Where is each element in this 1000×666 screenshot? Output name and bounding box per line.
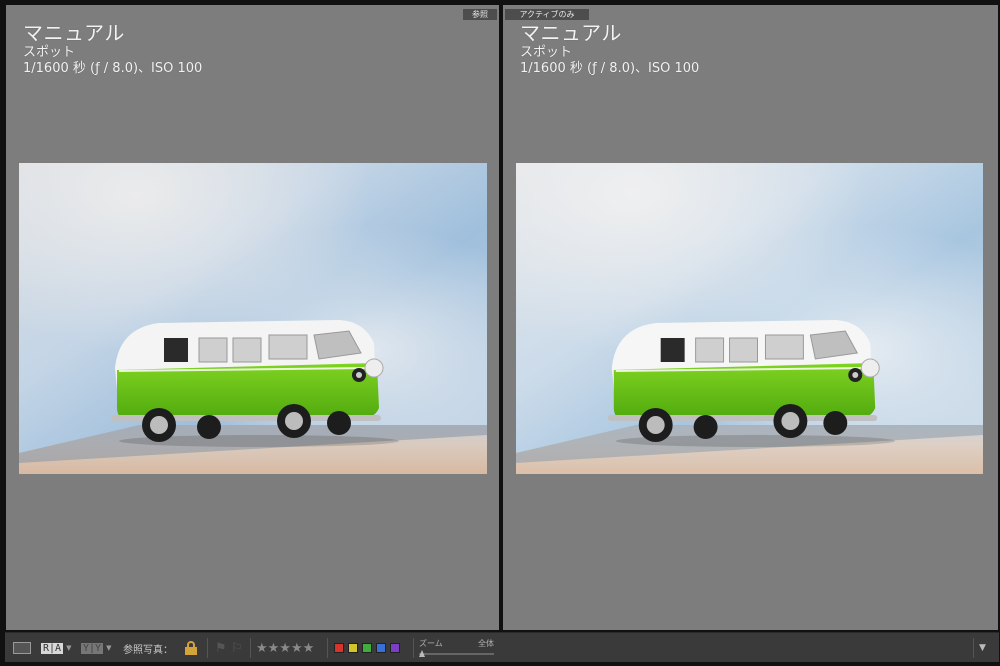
lock-button[interactable] <box>185 633 197 663</box>
reference-photo-label: 参照写真： <box>123 633 173 663</box>
active-photo[interactable] <box>516 163 983 474</box>
exposure-info: 1/1600 秒 (ƒ / 8.0)、ISO 100 <box>23 61 203 76</box>
lock-icon <box>185 641 197 655</box>
star-icon: ★★★★★ <box>256 640 315 656</box>
chevron-down-icon: ▼ <box>66 644 72 652</box>
info-overlay: マニュアル スポット 1/1600 秒 (ƒ / 8.0)、ISO 100 <box>23 21 202 77</box>
exposure-info: 1/1600 秒 (ƒ / 8.0)、ISO 100 <box>520 61 700 76</box>
compare-view: 参照 マニュアル スポット 1/1600 秒 (ƒ / 8.0)、ISO 100 <box>0 0 1000 666</box>
toolbar-menu-button[interactable]: ▼ <box>979 633 986 663</box>
zoom-slider[interactable] <box>419 650 494 658</box>
color-label-green[interactable] <box>362 643 372 653</box>
ref-active-view-button[interactable]: R|A ▼ <box>41 633 71 663</box>
bottom-toolbar: R|A ▼ Y|Y ▼ 参照写真： ⚑ ⚐ ★★★★★ ズーム 全体 ▼ <box>5 632 999 662</box>
star-rating[interactable]: ★★★★★ <box>256 633 314 663</box>
ra-icon: R|A <box>41 642 64 654</box>
exposure-mode: マニュアル <box>520 21 622 45</box>
color-label-yellow[interactable] <box>348 643 358 653</box>
van-photo-image <box>19 163 487 474</box>
reject-flag-icon: ⚐ <box>231 640 243 656</box>
reject-flag-button[interactable]: ⚐ <box>231 633 243 663</box>
active-tag: アクティブのみ <box>505 9 589 20</box>
chevron-down-icon: ▼ <box>979 643 986 653</box>
color-label-red[interactable] <box>334 643 344 653</box>
loupe-view-button[interactable] <box>13 633 31 663</box>
active-pane[interactable]: アクティブのみ マニュアル スポット 1/1600 秒 (ƒ / 8.0)、IS… <box>503 5 998 630</box>
metering-mode: スポット <box>23 45 76 60</box>
loupe-icon <box>13 642 31 654</box>
reference-photo[interactable] <box>19 163 487 474</box>
zoom-value: 全体 <box>478 639 494 648</box>
yy-icon: Y|Y <box>81 642 104 654</box>
van-photo-image <box>516 163 983 474</box>
color-label-purple[interactable] <box>390 643 400 653</box>
flag-icon: ⚑ <box>215 640 227 656</box>
info-overlay: マニュアル スポット 1/1600 秒 (ƒ / 8.0)、ISO 100 <box>520 21 699 77</box>
color-label-blue[interactable] <box>376 643 386 653</box>
reference-pane[interactable]: 参照 マニュアル スポット 1/1600 秒 (ƒ / 8.0)、ISO 100 <box>6 5 499 630</box>
zoom-label: ズーム <box>419 639 443 648</box>
flag-button[interactable]: ⚑ <box>215 633 227 663</box>
metering-mode: スポット <box>520 45 573 60</box>
zoom-control: ズーム 全体 <box>419 633 494 663</box>
chevron-down-icon: ▼ <box>106 644 112 652</box>
exposure-mode: マニュアル <box>23 21 125 45</box>
before-after-view-button[interactable]: Y|Y ▼ <box>81 633 111 663</box>
reference-tag: 参照 <box>463 9 497 20</box>
color-labels <box>334 633 404 663</box>
reference-label-text: 参照写真： <box>123 644 173 656</box>
